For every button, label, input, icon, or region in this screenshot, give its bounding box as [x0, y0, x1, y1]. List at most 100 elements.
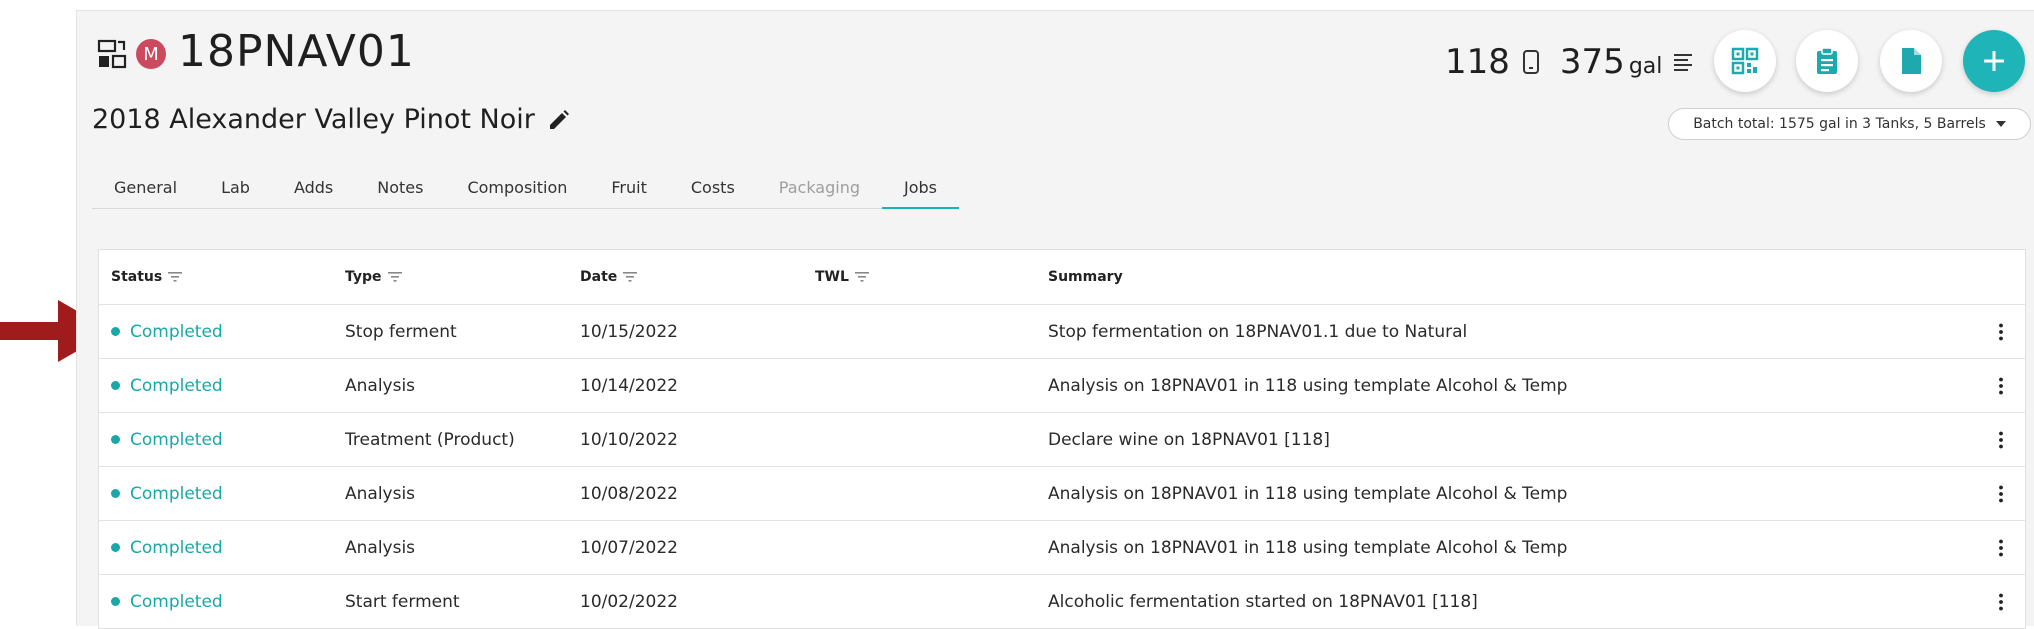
vessel-stats: 118 375 gal — [1445, 42, 1694, 82]
table-row[interactable]: Completed Start ferment 10/02/2022 Alcoh… — [99, 575, 2025, 628]
tab-jobs[interactable]: Jobs — [882, 166, 959, 209]
column-header-label: TWL — [815, 269, 849, 285]
status-cell: Completed — [111, 575, 223, 628]
status-text: Completed — [130, 591, 223, 612]
status-dot — [111, 597, 120, 606]
volume-unit: gal — [1628, 53, 1663, 79]
status-dot — [111, 543, 120, 552]
date-cell: 10/07/2022 — [580, 537, 678, 558]
row-menu-button[interactable] — [1999, 521, 2003, 574]
type-cell: Analysis — [345, 537, 416, 558]
table-row[interactable]: Completed Analysis 10/14/2022 Analysis o… — [99, 359, 2025, 413]
column-header-status[interactable]: Status — [111, 250, 183, 304]
row-menu-button[interactable] — [1999, 467, 2003, 520]
status-cell: Completed — [111, 467, 223, 520]
status-text: Completed — [130, 483, 223, 504]
document-button[interactable] — [1880, 30, 1942, 92]
lot-header-icons: M — [96, 38, 166, 70]
clipboard-icon — [1817, 47, 1837, 74]
table-row[interactable]: Completed Stop ferment 10/15/2022 Stop f… — [99, 305, 2025, 359]
status-cell: Completed — [111, 359, 223, 412]
row-menu-button[interactable] — [1999, 359, 2003, 412]
clipboard-button[interactable] — [1796, 30, 1858, 92]
jobs-table: Status Type Date TWL Summary Completed S… — [98, 249, 2026, 629]
filter-icon[interactable] — [168, 272, 183, 282]
table-row[interactable]: Completed Analysis 10/07/2022 Analysis o… — [99, 521, 2025, 575]
qr-code-icon — [1731, 47, 1759, 75]
status-cell: Completed — [111, 413, 223, 466]
column-header-label: Summary — [1048, 269, 1123, 285]
lot-code-title: 18PNAV01 — [178, 26, 415, 77]
tab-packaging[interactable]: Packaging — [757, 166, 882, 208]
summary-cell: Analysis on 18PNAV01 in 118 using templa… — [1048, 375, 1568, 396]
summary-cell: Stop fermentation on 18PNAV01.1 due to N… — [1048, 321, 1468, 342]
column-header-twl[interactable]: TWL — [815, 250, 869, 304]
tab-fruit[interactable]: Fruit — [589, 166, 668, 208]
add-button[interactable] — [1963, 30, 2025, 92]
summary-cell: Analysis on 18PNAV01 in 118 using templa… — [1048, 483, 1568, 504]
tab-costs[interactable]: Costs — [669, 166, 757, 208]
column-header-label: Status — [111, 269, 163, 285]
status-dot — [111, 381, 120, 390]
column-header-label: Type — [345, 269, 382, 285]
volume-value: 375 — [1559, 42, 1625, 82]
lot-tabs: General Lab Adds Notes Composition Fruit… — [92, 166, 959, 209]
tank-icon — [1522, 50, 1539, 74]
more-vertical-icon — [1999, 323, 2003, 340]
type-cell: Treatment (Product) — [345, 429, 515, 450]
tab-composition[interactable]: Composition — [445, 166, 589, 208]
batch-total-select[interactable]: Batch total: 1575 gal in 3 Tanks, 5 Barr… — [1668, 108, 2031, 140]
status-cell: Completed — [111, 305, 223, 358]
tab-general[interactable]: General — [92, 166, 199, 208]
wine-name-text: 2018 Alexander Valley Pinot Noir — [92, 104, 535, 135]
qr-code-button[interactable] — [1714, 30, 1776, 92]
type-cell: Start ferment — [345, 591, 460, 612]
filter-icon[interactable] — [623, 272, 638, 282]
column-header-date[interactable]: Date — [580, 250, 638, 304]
table-header-row: Status Type Date TWL Summary — [99, 250, 2025, 305]
plus-icon — [1984, 51, 2004, 71]
summary-cell: Alcoholic fermentation started on 18PNAV… — [1048, 591, 1478, 612]
more-vertical-icon — [1999, 539, 2003, 556]
tab-notes[interactable]: Notes — [355, 166, 445, 208]
more-vertical-icon — [1999, 431, 2003, 448]
row-menu-button[interactable] — [1999, 575, 2003, 628]
chevron-down-icon — [1995, 121, 2006, 127]
table-row[interactable]: Completed Treatment (Product) 10/10/2022… — [99, 413, 2025, 467]
date-cell: 10/15/2022 — [580, 321, 678, 342]
tab-adds[interactable]: Adds — [272, 166, 355, 208]
status-text: Completed — [130, 321, 223, 342]
filter-icon[interactable] — [854, 272, 869, 282]
list-icon[interactable] — [1672, 49, 1694, 75]
date-cell: 10/10/2022 — [580, 429, 678, 450]
status-dot — [111, 327, 120, 336]
pencil-icon[interactable] — [547, 108, 571, 132]
column-header-summary: Summary — [1048, 250, 1123, 304]
transfer-icon[interactable] — [96, 38, 128, 70]
status-text: Completed — [130, 429, 223, 450]
more-vertical-icon — [1999, 377, 2003, 394]
summary-cell: Analysis on 18PNAV01 in 118 using templa… — [1048, 537, 1568, 558]
table-row[interactable]: Completed Analysis 10/08/2022 Analysis o… — [99, 467, 2025, 521]
row-menu-button[interactable] — [1999, 413, 2003, 466]
status-text: Completed — [130, 375, 223, 396]
status-cell: Completed — [111, 521, 223, 574]
type-cell: Analysis — [345, 375, 416, 396]
tab-lab[interactable]: Lab — [199, 166, 272, 208]
date-cell: 10/08/2022 — [580, 483, 678, 504]
status-text: Completed — [130, 537, 223, 558]
summary-cell: Declare wine on 18PNAV01 [118] — [1048, 429, 1330, 450]
vessel-number: 118 — [1445, 42, 1510, 82]
status-dot — [111, 489, 120, 498]
row-menu-button[interactable] — [1999, 305, 2003, 358]
column-header-type[interactable]: Type — [345, 250, 402, 304]
document-icon — [1902, 48, 1921, 74]
more-vertical-icon — [1999, 485, 2003, 502]
status-dot — [111, 435, 120, 444]
wine-name: 2018 Alexander Valley Pinot Noir — [92, 104, 571, 135]
filter-icon[interactable] — [387, 272, 402, 282]
date-cell: 10/14/2022 — [580, 375, 678, 396]
type-cell: Analysis — [345, 483, 416, 504]
date-cell: 10/02/2022 — [580, 591, 678, 612]
type-cell: Stop ferment — [345, 321, 457, 342]
